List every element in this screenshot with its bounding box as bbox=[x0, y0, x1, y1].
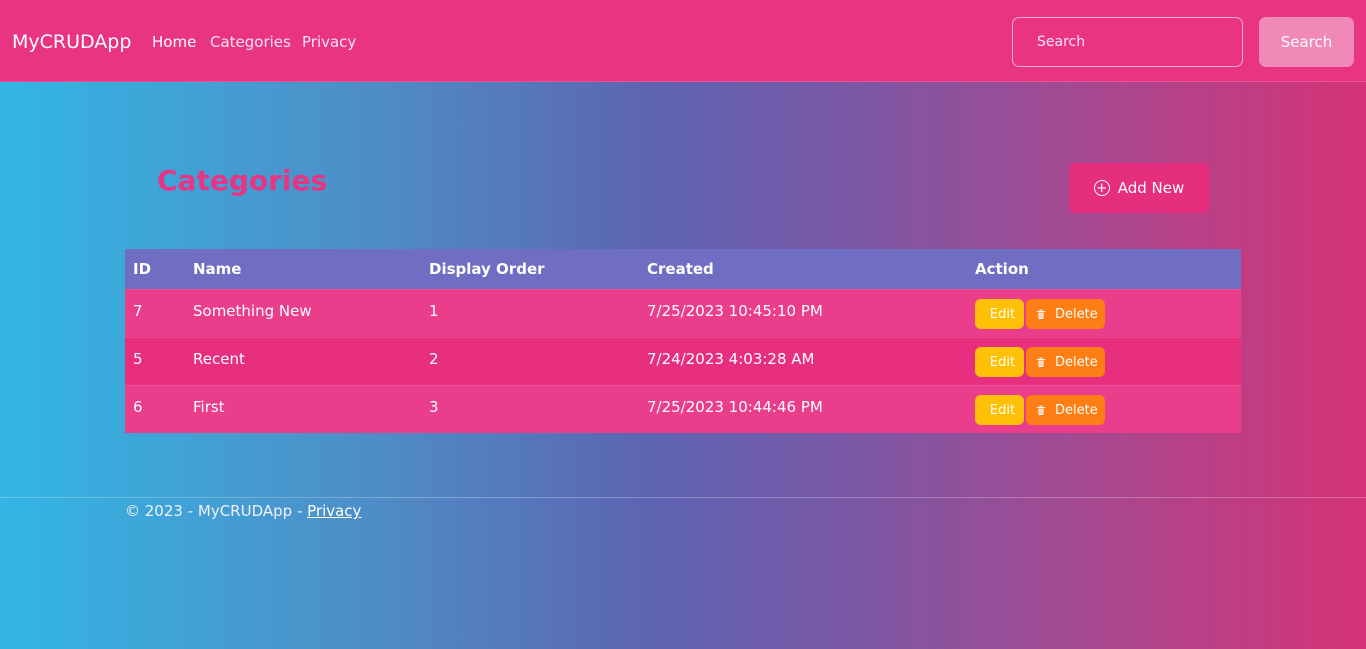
cell-created: 7/25/2023 10:44:46 PM bbox=[647, 398, 823, 417]
nav-link-categories[interactable]: Categories bbox=[210, 33, 291, 51]
search-button[interactable]: Search bbox=[1259, 17, 1354, 67]
edit-button[interactable]: Edit bbox=[975, 395, 1024, 426]
navbar: MyCRUDApp Home Categories Privacy Search bbox=[0, 0, 1366, 82]
cell-actions: Edit Delete bbox=[967, 289, 1241, 337]
footer: © 2023 - MyCRUDApp - Privacy bbox=[125, 502, 361, 520]
edit-button[interactable]: Edit bbox=[975, 347, 1024, 377]
table-header-row: ID Name Display Order Created Action bbox=[125, 249, 1241, 289]
header-display-order: Display Order bbox=[429, 259, 545, 278]
cell-display-order: 2 bbox=[429, 350, 439, 368]
header-action: Action bbox=[975, 259, 1029, 278]
cell-actions: Edit Delete bbox=[967, 385, 1241, 433]
header-name: Name bbox=[193, 259, 242, 278]
header-id: ID bbox=[133, 259, 152, 278]
nav-link-home[interactable]: Home bbox=[152, 33, 196, 51]
cell-display-order: 1 bbox=[429, 302, 439, 320]
brand-link[interactable]: MyCRUDApp bbox=[12, 31, 131, 53]
table-row: 6 First 3 7/25/2023 10:44:46 PM Edit Dele… bbox=[125, 385, 1241, 433]
search-input[interactable] bbox=[1012, 17, 1243, 67]
header-created: Created bbox=[647, 259, 714, 278]
categories-table: ID Name Display Order Created Action 7 S… bbox=[125, 249, 1241, 433]
cell-id: 7 bbox=[133, 302, 143, 320]
delete-label: Delete bbox=[1055, 306, 1098, 322]
page-title: Categories bbox=[157, 164, 328, 197]
cell-display-order: 3 bbox=[429, 398, 439, 417]
cell-id: 5 bbox=[133, 350, 143, 368]
trash-icon bbox=[1037, 357, 1045, 367]
plus-circle-icon: + bbox=[1093, 180, 1110, 196]
delete-button[interactable]: Delete bbox=[1026, 347, 1105, 377]
footer-privacy-link[interactable]: Privacy bbox=[307, 502, 361, 520]
table-row: 7 Something New 1 7/25/2023 10:45:10 PM … bbox=[125, 289, 1241, 337]
trash-icon bbox=[1037, 309, 1045, 319]
footer-text: © 2023 - MyCRUDApp - bbox=[125, 502, 308, 520]
cell-name: Something New bbox=[193, 302, 312, 320]
cell-created: 7/24/2023 4:03:28 AM bbox=[647, 350, 815, 368]
cell-created: 7/25/2023 10:45:10 PM bbox=[647, 302, 823, 320]
add-new-label: Add New bbox=[1117, 179, 1185, 197]
edit-button[interactable]: Edit bbox=[975, 299, 1024, 329]
cell-actions: Edit Delete bbox=[967, 337, 1241, 385]
footer-divider bbox=[0, 497, 1366, 498]
delete-button[interactable]: Delete bbox=[1026, 299, 1105, 329]
table-row: 5 Recent 2 7/24/2023 4:03:28 AM Edit Dele… bbox=[125, 337, 1241, 385]
add-new-button[interactable]: + Add New bbox=[1069, 163, 1209, 213]
delete-label: Delete bbox=[1055, 354, 1098, 370]
delete-label: Delete bbox=[1055, 402, 1098, 418]
delete-button[interactable]: Delete bbox=[1026, 395, 1105, 426]
cell-name: Recent bbox=[193, 350, 245, 368]
nav-link-privacy[interactable]: Privacy bbox=[302, 33, 356, 51]
cell-id: 6 bbox=[133, 398, 143, 417]
cell-name: First bbox=[193, 398, 225, 417]
trash-icon bbox=[1037, 405, 1045, 416]
